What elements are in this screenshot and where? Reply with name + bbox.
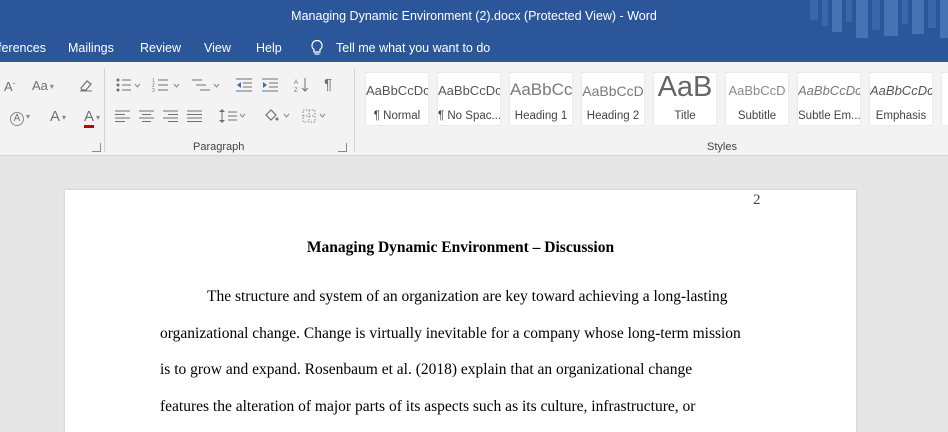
svg-text:Z: Z bbox=[294, 88, 298, 93]
paragraph-line: features the alteration of major parts o… bbox=[160, 398, 696, 415]
numbering-icon: 123 bbox=[152, 78, 180, 93]
style-title[interactable]: AaB Title bbox=[653, 72, 717, 126]
style-name: ¶ No Spac... bbox=[438, 110, 500, 122]
highlight-letter: A bbox=[50, 108, 61, 125]
paragraph-line: The structure and system of an organizat… bbox=[207, 288, 728, 305]
ribbon-separator bbox=[104, 68, 105, 152]
style-emphasis[interactable]: AaBbCcDc Emphasis bbox=[869, 72, 933, 126]
style-heading-1[interactable]: AaBbCc Heading 1 bbox=[509, 72, 573, 126]
align-right-button[interactable] bbox=[163, 109, 179, 123]
style-name: Heading 1 bbox=[514, 110, 568, 122]
style-name: Subtitle bbox=[737, 110, 777, 122]
style-sample: AaBbCcD bbox=[728, 83, 786, 98]
tab-view[interactable]: View bbox=[204, 41, 231, 55]
bullets-button[interactable] bbox=[115, 77, 141, 93]
tab-review[interactable]: Review bbox=[140, 41, 181, 55]
document-page[interactable]: 2 Managing Dynamic Environment – Discuss… bbox=[65, 190, 856, 432]
style-sample: AaBbCcDc bbox=[798, 83, 860, 98]
tab-help[interactable]: Help bbox=[256, 41, 282, 55]
title-bar: Managing Dynamic Environment (2).docx (P… bbox=[0, 0, 948, 62]
increase-indent-icon bbox=[262, 78, 278, 92]
document-canvas: 2 Managing Dynamic Environment – Discuss… bbox=[0, 157, 948, 432]
clear-formatting-button[interactable] bbox=[78, 77, 94, 93]
style-subtle-emphasis[interactable]: AaBbCcDc Subtle Em... bbox=[797, 72, 861, 126]
style-name: Emphasis bbox=[875, 110, 927, 122]
paragraph-dialog-launcher[interactable] bbox=[338, 143, 347, 152]
style-sample: AaBbCcDc bbox=[870, 83, 932, 98]
paragraph-line: is to grow and expand. Rosenbaum et al. … bbox=[160, 361, 693, 378]
decrease-indent-icon bbox=[236, 78, 252, 92]
svg-text:3: 3 bbox=[152, 88, 155, 93]
page-number: 2 bbox=[753, 192, 761, 208]
align-right-icon bbox=[163, 110, 178, 122]
window-title: Managing Dynamic Environment (2).docx (P… bbox=[291, 9, 657, 23]
style-sample: AaBbCcD bbox=[582, 83, 644, 99]
decrease-indent-button[interactable] bbox=[236, 77, 254, 93]
align-center-icon bbox=[139, 110, 154, 122]
line-spacing-icon bbox=[219, 109, 246, 123]
svg-text:A: A bbox=[294, 80, 298, 86]
increase-indent-button[interactable] bbox=[262, 77, 280, 93]
style-name: Heading 2 bbox=[586, 110, 640, 122]
numbering-button[interactable]: 123 bbox=[152, 77, 182, 93]
ribbon-tabs: ferences Mailings Review View Help Tell … bbox=[0, 40, 948, 62]
sort-icon: AZ bbox=[294, 78, 309, 93]
show-formatting-button[interactable]: ¶ bbox=[324, 77, 332, 93]
style-sample: AaBbCcDc bbox=[438, 83, 500, 98]
multilevel-list-icon bbox=[192, 79, 220, 91]
multilevel-list-button[interactable] bbox=[192, 77, 222, 93]
line-spacing-button[interactable] bbox=[219, 109, 249, 123]
borders-icon bbox=[302, 109, 326, 123]
align-center-button[interactable] bbox=[139, 109, 155, 123]
ribbon-separator bbox=[354, 68, 355, 152]
styles-gallery: AaBbCcDc ¶ Normal AaBbCcDc ¶ No Spac... … bbox=[362, 72, 948, 130]
tab-mailings[interactable]: Mailings bbox=[68, 41, 114, 55]
lightbulb-icon bbox=[311, 39, 323, 55]
styles-group-label: Styles bbox=[707, 141, 737, 153]
style-sample: AaBbCcDc bbox=[366, 83, 428, 98]
borders-button[interactable] bbox=[302, 109, 330, 123]
style-subtitle[interactable]: AaBbCcD Subtitle bbox=[725, 72, 789, 126]
align-left-icon bbox=[115, 110, 130, 122]
change-case-button[interactable]: Aa ▾ bbox=[32, 78, 54, 95]
paint-bucket-icon bbox=[265, 109, 290, 121]
eraser-icon bbox=[80, 80, 92, 92]
style-normal[interactable]: AaBbCcDc ¶ Normal bbox=[365, 72, 429, 126]
font-color-letter: A bbox=[84, 108, 95, 128]
align-left-button[interactable] bbox=[115, 109, 131, 123]
text-effects-icon: A bbox=[10, 112, 24, 127]
highlight-color-button[interactable]: A ▾ bbox=[50, 109, 66, 126]
style-no-spacing[interactable]: AaBbCcDc ¶ No Spac... bbox=[437, 72, 501, 126]
shading-button[interactable] bbox=[264, 109, 292, 123]
font-color-button[interactable]: A ▾ bbox=[84, 108, 100, 128]
title-bar-decoration bbox=[810, 0, 948, 38]
style-name: Title bbox=[674, 110, 696, 122]
change-case-label: Aa bbox=[32, 78, 48, 93]
tab-references[interactable]: ferences bbox=[0, 41, 46, 55]
shrink-font-button[interactable]: Aˇ bbox=[4, 79, 15, 95]
paragraph-group-label: Paragraph bbox=[193, 141, 245, 153]
document-title: Managing Dynamic Environment – Discussio… bbox=[306, 239, 615, 256]
style-name: Subtle Em... bbox=[798, 110, 860, 122]
style-next-partial[interactable] bbox=[941, 72, 948, 126]
sort-button[interactable]: AZ bbox=[294, 77, 310, 93]
style-sample: AaB bbox=[657, 72, 713, 103]
shrink-font-letter: A bbox=[4, 79, 13, 94]
justify-icon bbox=[187, 110, 202, 122]
font-dialog-launcher[interactable] bbox=[92, 143, 101, 152]
justify-button[interactable] bbox=[187, 109, 203, 123]
style-heading-2[interactable]: AaBbCcD Heading 2 bbox=[581, 72, 645, 126]
ribbon: Aˇ Aa ▾ A ▾ A ▾ A ▾ 123 AZ ¶ Paragraph A… bbox=[0, 62, 948, 156]
pilcrow-icon: ¶ bbox=[324, 76, 333, 93]
style-sample: AaBbCc bbox=[510, 80, 572, 99]
style-name: ¶ Normal bbox=[373, 110, 421, 122]
text-effects-button[interactable]: A ▾ bbox=[10, 109, 30, 127]
tell-me-search[interactable]: Tell me what you want to do bbox=[336, 41, 490, 55]
bullets-icon bbox=[116, 78, 141, 92]
paragraph-line: organizational change. Change is virtual… bbox=[160, 325, 741, 342]
